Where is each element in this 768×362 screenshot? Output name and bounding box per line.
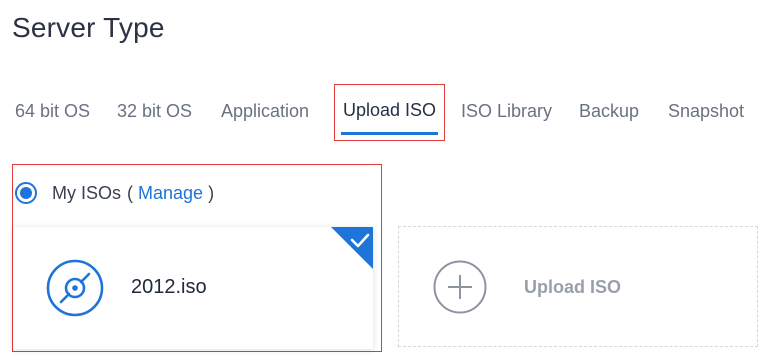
page-title: Server Type xyxy=(12,12,165,43)
tab-upload-iso[interactable]: Upload ISO xyxy=(334,84,445,141)
server-type-tabs: 64 bit OS 32 bit OS Application Upload I… xyxy=(0,84,768,141)
plus-circle-icon xyxy=(433,260,487,314)
tab-application[interactable]: Application xyxy=(221,86,309,138)
close-paren: ) xyxy=(208,182,215,203)
upload-iso-label: Upload ISO xyxy=(524,277,622,297)
my-isos-radio[interactable] xyxy=(15,182,37,204)
tab-64-bit-os[interactable]: 64 bit OS xyxy=(15,86,90,138)
active-tab-indicator xyxy=(341,132,438,135)
tab-32-bit-os[interactable]: 32 bit OS xyxy=(117,86,192,138)
disc-icon xyxy=(46,259,104,317)
tab-snapshot[interactable]: Snapshot xyxy=(668,86,744,138)
tab-backup[interactable]: Backup xyxy=(579,86,639,138)
upload-iso-card[interactable]: Upload ISO xyxy=(398,226,758,347)
iso-card-2012[interactable]: 2012.iso xyxy=(13,227,373,349)
my-isos-radio-row: My ISOs ( Manage ) xyxy=(13,179,214,207)
my-isos-label: My ISOs xyxy=(52,182,122,203)
my-isos-section: My ISOs ( Manage ) 2012.iso xyxy=(12,164,382,352)
checkmark-icon xyxy=(331,227,373,269)
tab-iso-library[interactable]: ISO Library xyxy=(461,86,552,138)
radio-selected-dot xyxy=(20,187,32,199)
open-paren: ( xyxy=(127,182,134,203)
manage-link[interactable]: Manage xyxy=(138,183,203,204)
iso-file-name: 2012.iso xyxy=(131,276,207,298)
tab-upload-iso-label: Upload ISO xyxy=(342,100,437,120)
